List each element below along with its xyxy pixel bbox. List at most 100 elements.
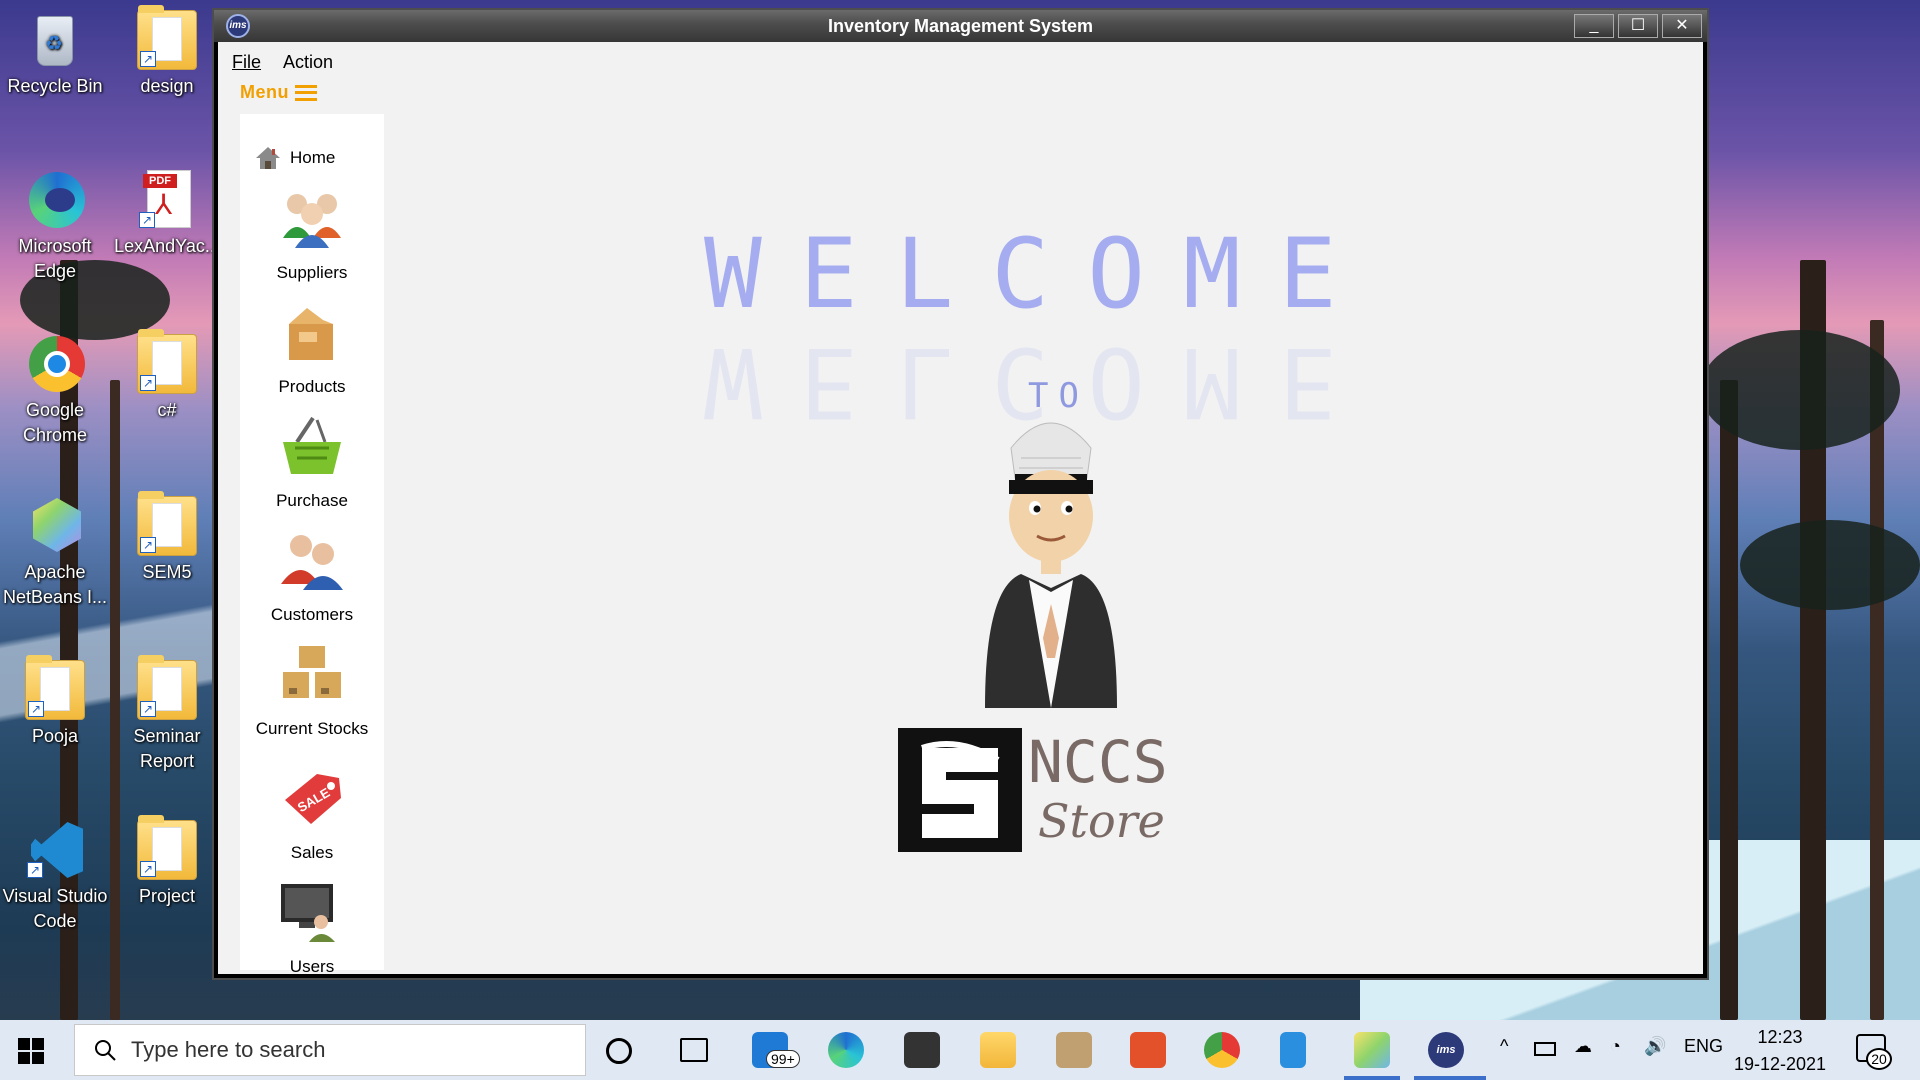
sidebar-item-customers[interactable]: Customers	[240, 528, 384, 625]
sidebar: Home Suppliers Products Purchase Custome…	[240, 114, 384, 976]
desktop-icon-pooja[interactable]: ↗ Pooja	[0, 655, 110, 749]
customers-icon	[281, 535, 343, 590]
title-bar[interactable]: ims Inventory Management System _ ☐ ✕	[214, 10, 1707, 42]
sidebar-item-label: Suppliers	[276, 263, 348, 282]
desktop-icon-label: Project	[138, 886, 196, 906]
menu-bar: File Action	[228, 52, 335, 76]
desktop-icon-label: design	[140, 76, 194, 96]
show-hidden-icons-button[interactable]: ^	[1500, 1036, 1508, 1057]
clock-date: 19-12-2021	[1733, 1054, 1827, 1074]
desktop-icon-label: Seminar Report	[133, 726, 201, 771]
products-icon	[289, 308, 333, 360]
search-icon	[95, 1040, 116, 1061]
store-subtitle: Store	[1038, 794, 1165, 848]
sidebar-item-label: Sales	[290, 843, 334, 862]
folder-icon: ↗	[137, 329, 197, 394]
users-icon	[281, 884, 335, 942]
mascot-illustration	[985, 422, 1117, 708]
sidebar-item-label: Purchase	[276, 491, 348, 510]
sidebar-item-label: Home	[290, 148, 336, 167]
taskbar: Type here to search 99+ ims ^ ☁ ◔ 🔊 ENG …	[0, 1020, 1920, 1080]
start-button[interactable]	[18, 1038, 44, 1064]
sidebar-item-label: Current Stocks	[255, 719, 369, 738]
desktop-icon-csharp[interactable]: ↗ c#	[112, 329, 222, 423]
chrome-taskbar-icon[interactable]	[1204, 1032, 1240, 1068]
desktop-icon-recycle-bin[interactable]: ♻ Recycle Bin	[0, 10, 110, 99]
desktop-icon-project[interactable]: ↗ Project	[112, 815, 222, 909]
desktop-icon-netbeans[interactable]: Apache NetBeans I...	[0, 496, 110, 610]
wallpaper-foliage	[1740, 520, 1920, 610]
sidebar-item-suppliers[interactable]: Suppliers	[240, 186, 384, 283]
store-name: NCCS	[1028, 728, 1168, 796]
desktop-icon-label: Google Chrome	[22, 400, 88, 445]
sidebar-item-users[interactable]: Users	[240, 880, 384, 977]
desktop-icon-label: Apache NetBeans I...	[2, 562, 108, 607]
desktop-icon-seminar-report[interactable]: ↗ Seminar Report	[112, 655, 222, 774]
home-icon	[256, 147, 280, 169]
edge-taskbar-icon[interactable]	[828, 1032, 864, 1068]
ims-taskbar-icon[interactable]: ims	[1428, 1032, 1464, 1068]
taskbar-search-box[interactable]: Type here to search	[74, 1024, 586, 1076]
desktop-icon-vscode[interactable]: ↗ Visual Studio Code	[0, 820, 110, 934]
battery-icon[interactable]	[1534, 1042, 1556, 1056]
suppliers-icon	[283, 194, 341, 248]
hamburger-icon	[295, 84, 317, 101]
desktop-icon-lexandyac[interactable]: PDF ⅄ ↗ LexAndYac...	[112, 170, 222, 259]
folder-icon: ↗	[137, 655, 197, 720]
task-view-icon[interactable]	[680, 1038, 708, 1062]
desktop-icon-design[interactable]: ↗ design	[112, 5, 222, 99]
menu-file-label: File	[232, 52, 262, 72]
wifi-icon[interactable]: ◔	[1610, 1036, 1621, 1057]
menu-action[interactable]: Action	[281, 52, 335, 76]
mail-badge: 99+	[766, 1050, 800, 1068]
vscode-icon: ↗	[25, 820, 85, 880]
search-placeholder: Type here to search	[131, 1037, 326, 1062]
sidebar-item-label: Customers	[270, 605, 354, 624]
desktop-icon-label: c#	[157, 400, 177, 420]
desktop-icon-edge[interactable]: Microsoft Edge	[0, 170, 110, 284]
winrar-icon[interactable]	[1056, 1032, 1092, 1068]
language-indicator[interactable]: ENG	[1684, 1036, 1723, 1057]
cortana-icon[interactable]	[606, 1038, 632, 1064]
notification-badge: 20	[1866, 1048, 1892, 1070]
sidebar-item-products[interactable]: Products	[240, 300, 384, 397]
sidebar-item-sales[interactable]: SALE Sales	[240, 766, 384, 863]
wallpaper-tree	[1720, 380, 1738, 1020]
desktop-icon-label: Pooja	[31, 726, 79, 746]
netbeans-taskbar-icon[interactable]	[1354, 1032, 1390, 1068]
menu-file[interactable]: File	[228, 52, 265, 76]
desktop-icon-label: LexAndYac...	[114, 236, 220, 256]
desktop-icon-sem5[interactable]: ↗ SEM5	[112, 491, 222, 585]
minimize-button[interactable]: _	[1574, 14, 1614, 38]
welcome-heading: WELCOME	[704, 218, 1375, 330]
office-icon[interactable]	[1130, 1032, 1166, 1068]
wallpaper-foliage	[1700, 330, 1900, 450]
menu-toggle-button[interactable]: Menu	[240, 82, 317, 103]
maximize-button[interactable]: ☐	[1618, 14, 1658, 38]
taskbar-clock[interactable]: 12:23 19-12-2021	[1720, 1024, 1840, 1078]
folder-icon: ↗	[137, 5, 197, 70]
window-title: Inventory Management System	[827, 16, 1094, 36]
netbeans-icon	[25, 496, 85, 556]
store-taskbar-icon[interactable]	[904, 1032, 940, 1068]
sidebar-item-purchase[interactable]: Purchase	[240, 414, 384, 511]
purchase-basket-icon	[283, 416, 341, 474]
app-window: ims Inventory Management System _ ☐ ✕ Fi…	[212, 8, 1709, 980]
stock-boxes-icon	[283, 646, 341, 698]
sale-tag-icon: SALE	[285, 774, 341, 824]
active-indicator	[1414, 1076, 1486, 1080]
phone-link-icon[interactable]	[1280, 1032, 1306, 1068]
volume-icon[interactable]: 🔊	[1644, 1036, 1666, 1057]
sidebar-item-current-stocks[interactable]: Current Stocks	[240, 642, 384, 739]
clock-time: 12:23	[1757, 1027, 1803, 1047]
edge-icon	[25, 170, 85, 230]
chrome-icon	[25, 334, 85, 394]
pdf-file-icon: PDF ⅄ ↗	[137, 170, 197, 230]
active-indicator	[1344, 1076, 1400, 1080]
close-button[interactable]: ✕	[1662, 14, 1702, 38]
desktop-icon-chrome[interactable]: Google Chrome	[0, 334, 110, 448]
file-explorer-icon[interactable]	[980, 1032, 1016, 1068]
sidebar-item-label: Users	[289, 957, 335, 976]
sidebar-item-home[interactable]: Home	[240, 144, 384, 172]
onedrive-icon[interactable]: ☁	[1574, 1036, 1592, 1057]
